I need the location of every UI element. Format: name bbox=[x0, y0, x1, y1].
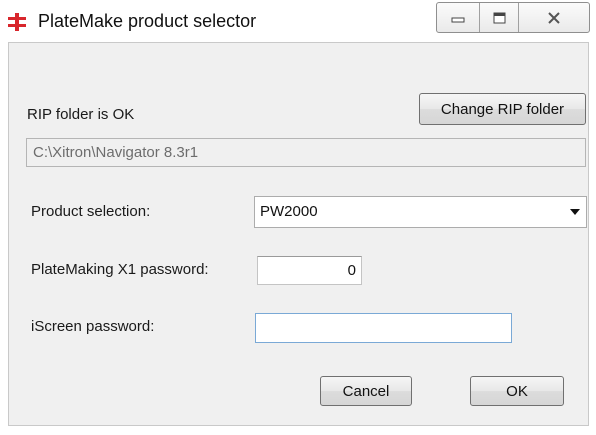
minimize-icon bbox=[451, 17, 465, 22]
product-selection-value: PW2000 bbox=[260, 203, 318, 220]
close-button[interactable] bbox=[519, 3, 589, 32]
minimize-button[interactable] bbox=[437, 3, 480, 32]
iscreen-password-input[interactable] bbox=[255, 313, 512, 343]
platemake-logo-icon bbox=[8, 13, 26, 31]
window-controls bbox=[436, 2, 590, 33]
cancel-button[interactable]: Cancel bbox=[320, 376, 412, 406]
ok-button[interactable]: OK bbox=[470, 376, 564, 406]
platemaking-password-input[interactable] bbox=[257, 256, 362, 285]
dropdown-arrow-icon bbox=[570, 209, 580, 215]
rip-folder-path: C:\Xitron\Navigator 8.3r1 bbox=[33, 144, 199, 161]
iscreen-password-label: iScreen password: bbox=[31, 318, 155, 335]
change-rip-folder-button[interactable]: Change RIP folder bbox=[419, 93, 586, 125]
rip-status-label: RIP folder is OK bbox=[27, 106, 135, 123]
product-selection-dropdown[interactable]: PW2000 bbox=[254, 196, 587, 228]
close-icon bbox=[548, 11, 560, 24]
title-bar[interactable]: PlateMake product selector bbox=[0, 0, 596, 42]
dialog-body: RIP folder is OK Change RIP folder C:\Xi… bbox=[8, 42, 589, 426]
maximize-button[interactable] bbox=[480, 3, 519, 32]
rip-folder-path-field: C:\Xitron\Navigator 8.3r1 bbox=[26, 138, 586, 167]
window-title: PlateMake product selector bbox=[38, 11, 257, 31]
maximize-icon bbox=[493, 12, 505, 23]
product-selection-label: Product selection: bbox=[31, 203, 151, 220]
platemaking-password-label: PlateMaking X1 password: bbox=[31, 261, 209, 278]
